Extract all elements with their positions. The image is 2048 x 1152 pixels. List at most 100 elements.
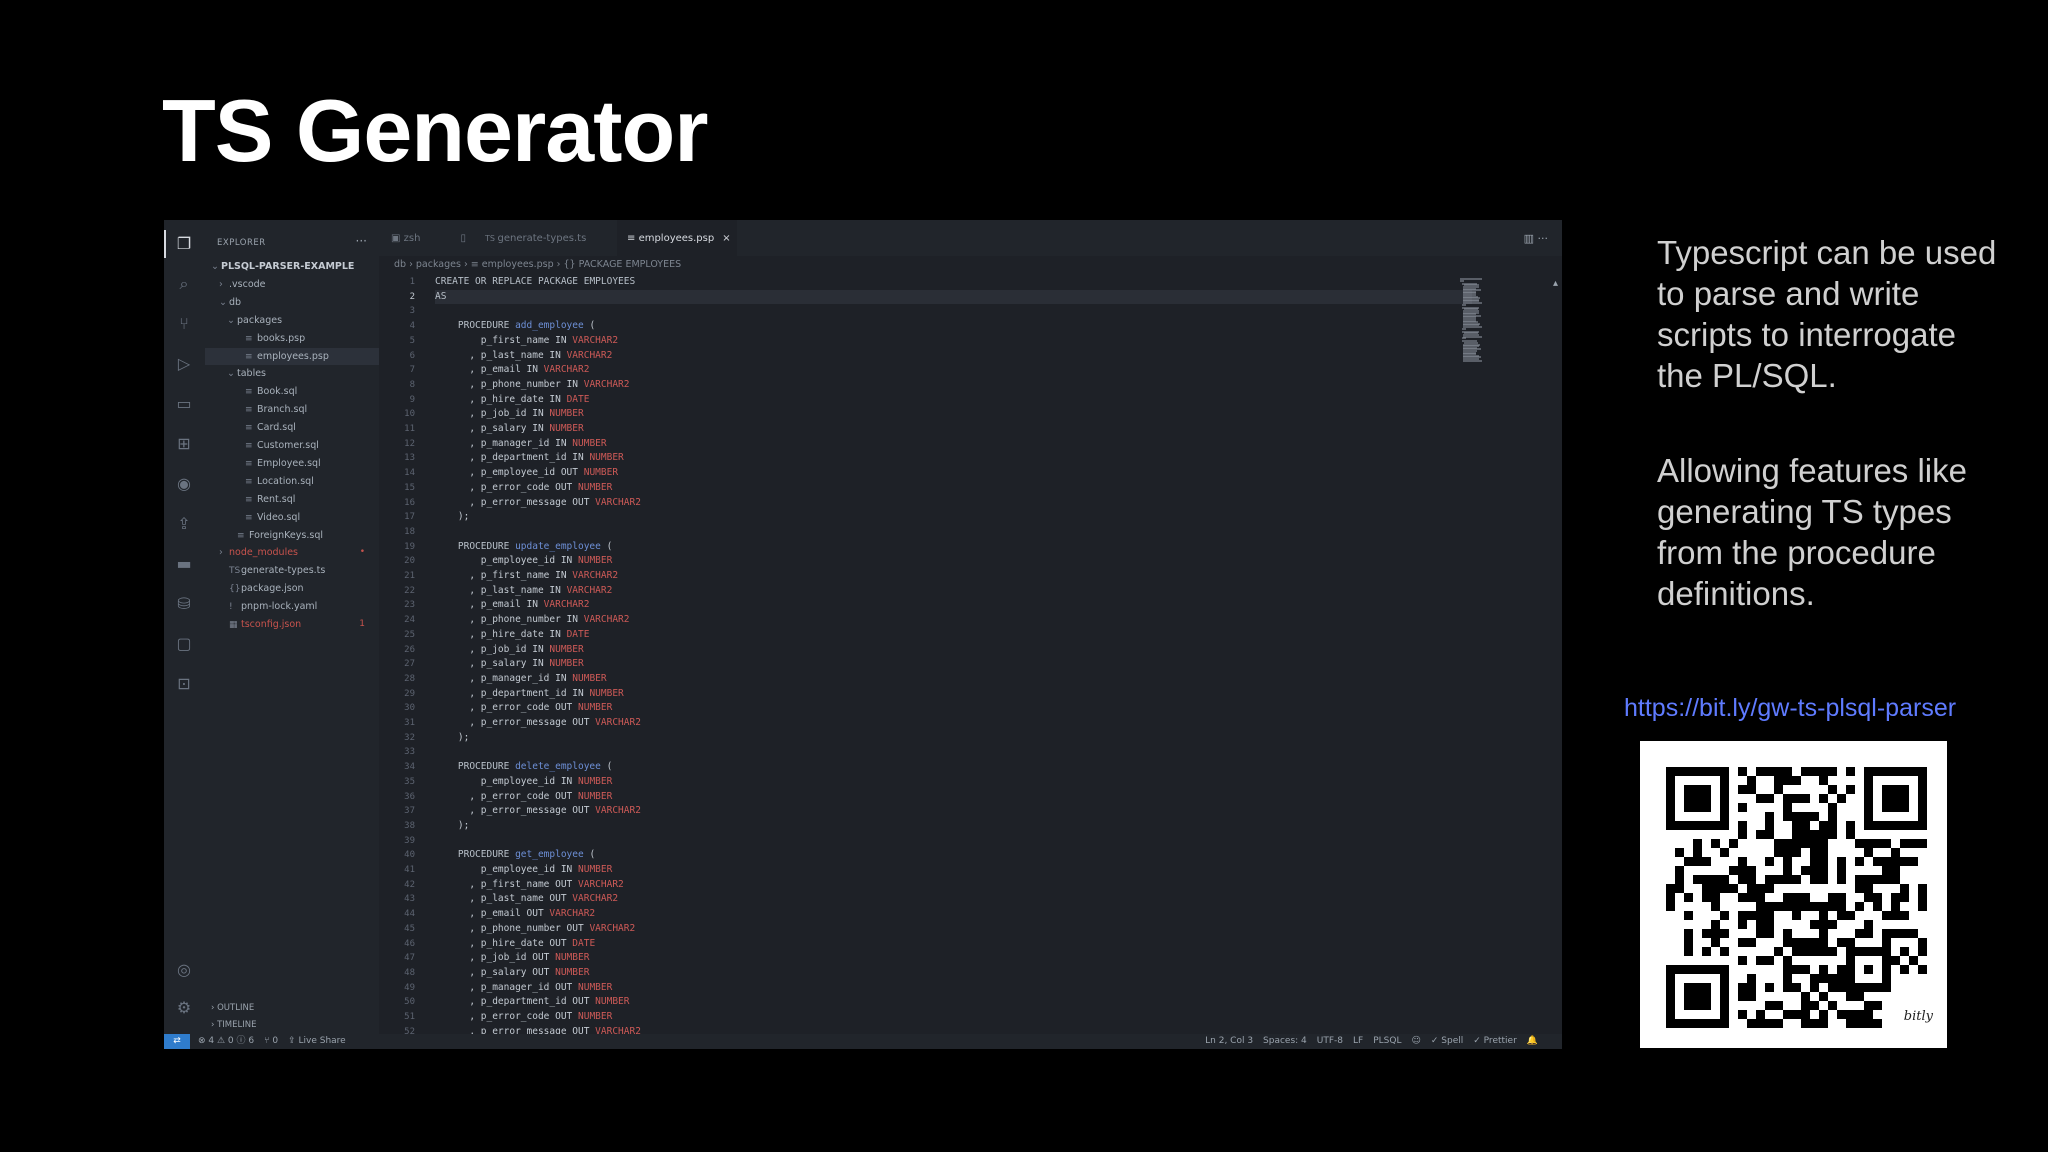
code-line[interactable]: , p_manager_id IN NUMBER	[435, 437, 1472, 452]
minimap[interactable]	[1460, 278, 1488, 378]
tree-item[interactable]: TSgenerate-types.ts	[205, 562, 379, 579]
tree-item[interactable]: ▦ tsconfig.json 1	[205, 616, 379, 633]
code-line[interactable]: , p_phone_number OUT VARCHAR2	[435, 922, 1472, 937]
tree-item[interactable]: ≡ Card.sql	[205, 419, 379, 436]
split-editor-icon[interactable]: ▥ ···	[1524, 232, 1548, 245]
code-line[interactable]: , p_error_code OUT NUMBER	[435, 790, 1472, 805]
code-line[interactable]: , p_last_name IN VARCHAR2	[435, 349, 1472, 364]
comments-icon[interactable]: ▢	[174, 634, 194, 654]
code-line[interactable]: CREATE OR REPLACE PACKAGE EMPLOYEES	[435, 275, 1472, 290]
code-line[interactable]	[435, 745, 1472, 760]
code-line[interactable]: PROCEDURE get_employee (	[435, 848, 1472, 863]
outline-section[interactable]: › OUTLINE	[205, 1000, 379, 1017]
scroll-up-icon[interactable]: ▴	[1553, 278, 1558, 289]
code-line[interactable]: , p_error_code OUT NUMBER	[435, 1010, 1472, 1025]
code-line[interactable]: , p_manager_id IN NUMBER	[435, 672, 1472, 687]
status-item[interactable]: LF	[1353, 1036, 1363, 1046]
remote-icon[interactable]: ⇄	[164, 1034, 190, 1049]
repo-link[interactable]: https://bit.ly/gw-ts-plsql-parser	[1624, 694, 1956, 723]
code-line[interactable]: p_first_name IN VARCHAR2	[435, 334, 1472, 349]
code-line[interactable]: , p_job_id OUT NUMBER	[435, 951, 1472, 966]
extensions-icon[interactable]: ⊞	[174, 434, 194, 454]
code-line[interactable]: );	[435, 731, 1472, 746]
code-line[interactable]	[435, 304, 1472, 319]
run-debug-icon[interactable]: ▷	[174, 354, 194, 374]
files-icon[interactable]: ❐	[174, 234, 194, 254]
more-actions-icon[interactable]: ···	[356, 234, 367, 248]
code-line[interactable]: PROCEDURE delete_employee (	[435, 760, 1472, 775]
code-line[interactable]: , p_salary OUT NUMBER	[435, 966, 1472, 981]
code-line[interactable]: , p_error_message OUT VARCHAR2	[435, 804, 1472, 819]
tree-item[interactable]: {}package.json	[205, 580, 379, 597]
code-line[interactable]: p_employee_id IN NUMBER	[435, 554, 1472, 569]
tree-item[interactable]: ≡ Employee.sql	[205, 455, 379, 472]
tab-zsh[interactable]: ▣ zsh ▯	[387, 220, 473, 256]
code-line[interactable]: , p_hire_date OUT DATE	[435, 937, 1472, 952]
close-icon[interactable]: ×	[722, 233, 730, 244]
code-line[interactable]: p_employee_id IN NUMBER	[435, 775, 1472, 790]
code-line[interactable]: , p_phone_number IN VARCHAR2	[435, 378, 1472, 393]
source-control-icon[interactable]: ⑂	[174, 314, 194, 334]
github-icon[interactable]: ◉	[174, 474, 194, 494]
tree-item[interactable]: › .vscode	[205, 276, 379, 293]
code-line[interactable]: PROCEDURE update_employee (	[435, 540, 1472, 555]
status-item[interactable]: Spaces: 4	[1263, 1036, 1307, 1046]
tab-generate-types[interactable]: TS generate-types.ts	[479, 220, 615, 256]
tab-employees-psp[interactable]: ≡ employees.psp ×	[617, 220, 737, 256]
status-item[interactable]: 🔔	[1527, 1036, 1538, 1046]
tree-item[interactable]: ≡ Branch.sql	[205, 401, 379, 418]
tree-item[interactable]: ! pnpm-lock.yaml	[205, 598, 379, 615]
tree-item[interactable]: ≡ Customer.sql	[205, 437, 379, 454]
status-item[interactable]: ⇪ Live Share	[288, 1036, 346, 1046]
code-line[interactable]: , p_last_name IN VARCHAR2	[435, 584, 1472, 599]
status-item[interactable]: ⑂ 0	[264, 1036, 278, 1046]
code-line[interactable]: , p_salary IN NUMBER	[435, 422, 1472, 437]
status-item[interactable]: ⊗ 4 ⚠ 0 ⓘ 6	[198, 1036, 254, 1046]
breadcrumb[interactable]: db › packages › ≡ employees.psp › {} PAC…	[394, 259, 681, 270]
remote-explorer-icon[interactable]: ▭	[174, 394, 194, 414]
timeline-section[interactable]: › TIMELINE	[205, 1017, 379, 1034]
status-item[interactable]: PLSQL	[1373, 1036, 1401, 1046]
tree-item[interactable]: › node_modules •	[205, 544, 379, 561]
live-share-icon[interactable]: ⇪	[174, 514, 194, 534]
settings-icon[interactable]: ⚙	[174, 998, 194, 1018]
code-line[interactable]: , p_error_code OUT NUMBER	[435, 481, 1472, 496]
search-icon[interactable]: ⌕	[174, 274, 194, 294]
tree-item[interactable]: ⌄ packages	[205, 312, 379, 329]
code-line[interactable]: , p_error_code OUT NUMBER	[435, 701, 1472, 716]
code-line[interactable]: );	[435, 510, 1472, 525]
code-line[interactable]: , p_salary IN NUMBER	[435, 657, 1472, 672]
code-line[interactable]	[435, 525, 1472, 540]
tree-item[interactable]: ≡ Rent.sql	[205, 491, 379, 508]
tree-item[interactable]: ≡ employees.psp	[205, 347, 379, 365]
database-icon[interactable]: ⛁	[174, 594, 194, 614]
code-line[interactable]: , p_email OUT VARCHAR2	[435, 907, 1472, 922]
status-item[interactable]: ✓ Prettier	[1473, 1036, 1517, 1046]
code-line[interactable]: , p_manager_id OUT NUMBER	[435, 981, 1472, 996]
extra-panel-icon[interactable]: ⊡	[174, 674, 194, 694]
tree-item[interactable]: ≡ Video.sql	[205, 509, 379, 526]
code-line[interactable]: , p_department_id OUT NUMBER	[435, 995, 1472, 1010]
status-item[interactable]: ✓ Spell	[1431, 1036, 1463, 1046]
code-editor[interactable]: 1 2 3 4 5 6 7 8 9 10 11 12 13 14 15 16 17 18 19 20 21 22 23 24 2…	[379, 273, 1562, 1037]
code-line[interactable]: , p_hire_date IN DATE	[435, 393, 1472, 408]
tree-item[interactable]: ≡ ForeignKeys.sql	[205, 527, 379, 544]
code-line[interactable]	[435, 834, 1472, 849]
status-item[interactable]: Ln 2, Col 3	[1205, 1036, 1253, 1046]
tree-item[interactable]: ≡ Location.sql	[205, 473, 379, 490]
status-item[interactable]: UTF-8	[1317, 1036, 1343, 1046]
code-line[interactable]: );	[435, 819, 1472, 834]
docker-icon[interactable]: ▬	[174, 554, 194, 574]
tree-item[interactable]: ≡ books.psp	[205, 330, 379, 347]
tree-item[interactable]: ≡ Book.sql	[205, 383, 379, 400]
code-line[interactable]: , p_phone_number IN VARCHAR2	[435, 613, 1472, 628]
account-icon[interactable]: ◎	[174, 960, 194, 980]
code-line[interactable]: , p_error_message OUT VARCHAR2	[435, 716, 1472, 731]
status-item[interactable]: ☺	[1412, 1036, 1421, 1046]
code-line[interactable]: , p_email IN VARCHAR2	[435, 598, 1472, 613]
code-line[interactable]: , p_employee_id OUT NUMBER	[435, 466, 1472, 481]
code-line[interactable]: p_employee_id IN NUMBER	[435, 863, 1472, 878]
code-line[interactable]: , p_hire_date IN DATE	[435, 628, 1472, 643]
code-line[interactable]: , p_error_message OUT VARCHAR2	[435, 496, 1472, 511]
code-line[interactable]: , p_job_id IN NUMBER	[435, 407, 1472, 422]
